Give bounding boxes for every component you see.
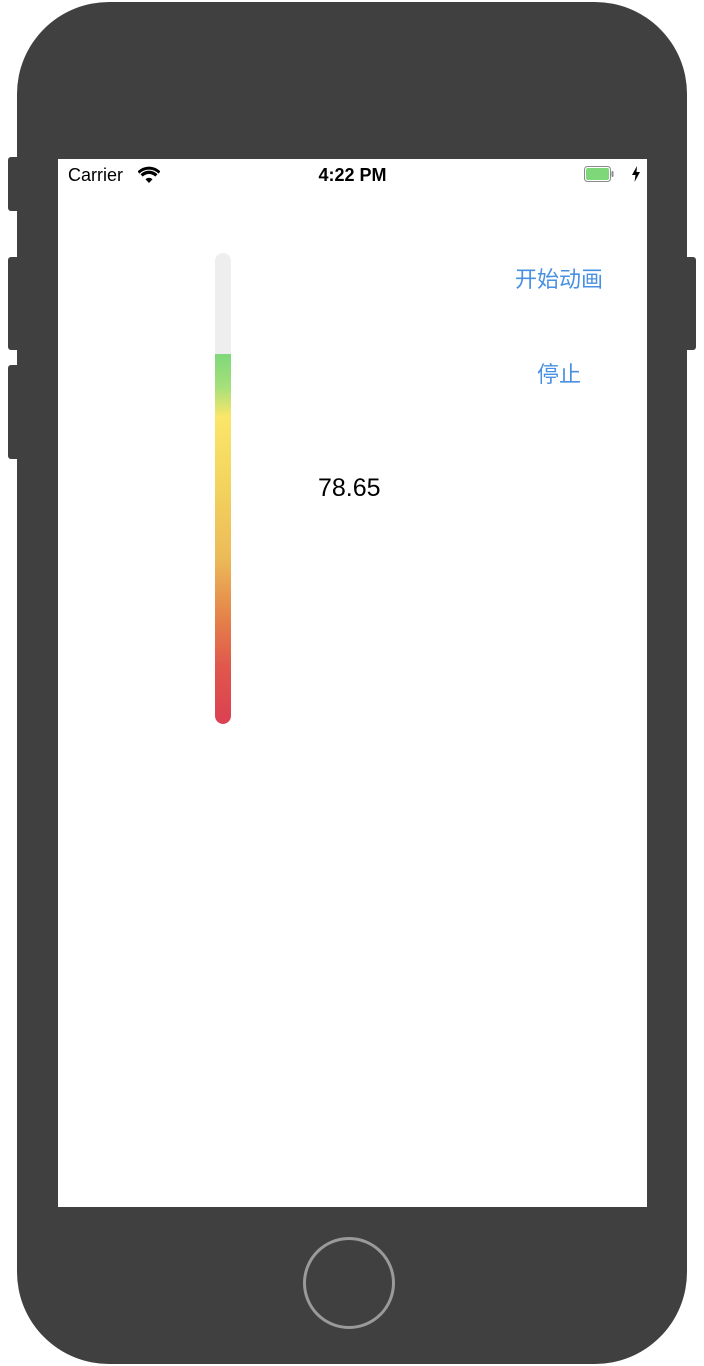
temperature-gauge-track bbox=[215, 253, 231, 724]
battery-icon bbox=[584, 166, 614, 182]
gauge-value-label: 78.65 bbox=[318, 474, 381, 502]
app-screen: Carrier 4:22 PM 78.65 开始动画 停止 bbox=[58, 159, 647, 1207]
stop-button[interactable]: 停止 bbox=[518, 355, 600, 391]
bolt-icon bbox=[631, 166, 641, 182]
temperature-gauge-fill bbox=[215, 353, 231, 724]
status-bar: Carrier 4:22 PM bbox=[58, 159, 647, 191]
home-button[interactable] bbox=[303, 1237, 395, 1329]
status-time: 4:22 PM bbox=[318, 165, 387, 185]
start-animation-button[interactable]: 开始动画 bbox=[498, 260, 620, 296]
